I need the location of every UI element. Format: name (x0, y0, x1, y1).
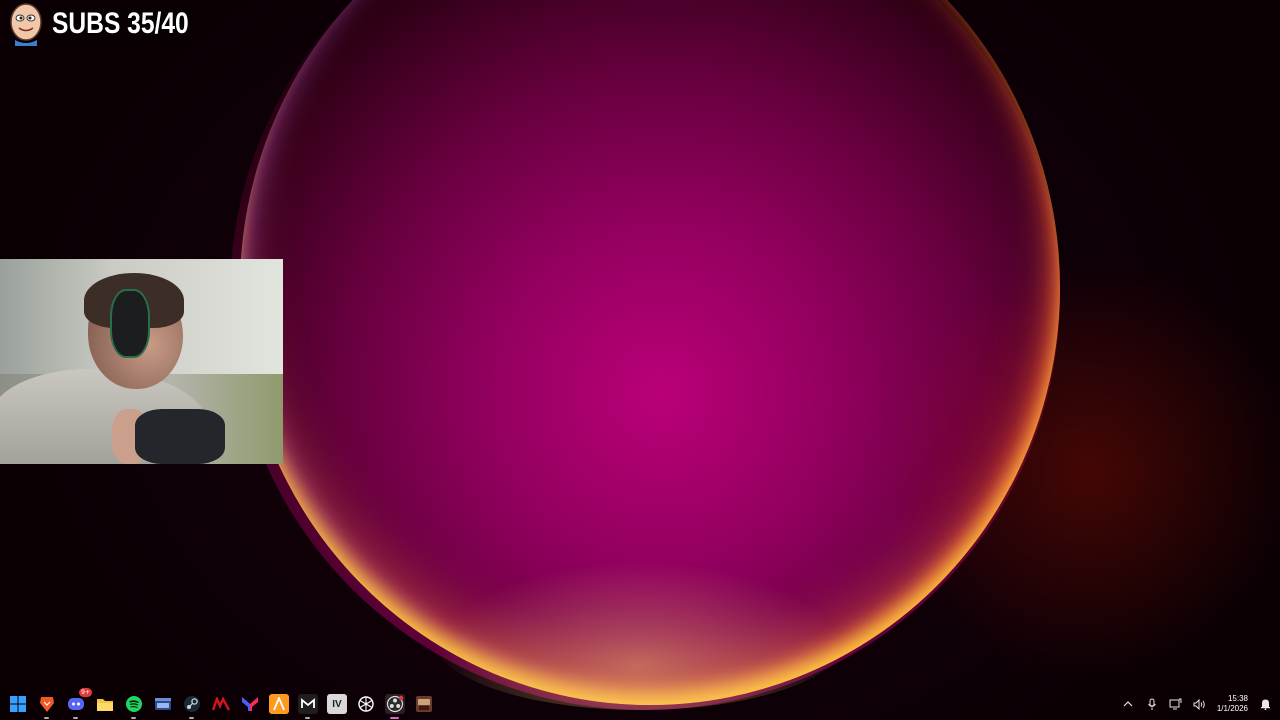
microphone-icon[interactable] (1145, 697, 1159, 711)
clock-time: 15:38 (1227, 694, 1248, 703)
taskbar-msi-afterburner[interactable] (211, 694, 231, 714)
taskbar-steam[interactable] (182, 694, 202, 719)
spotify-icon (126, 696, 142, 712)
clock[interactable]: 15:38 1/1/2026 (1217, 694, 1248, 714)
show-hidden-icons-chevron-icon[interactable] (1121, 697, 1135, 711)
obs-icon (386, 695, 404, 713)
window-icon (155, 698, 171, 710)
taskbar-apps: 9+ IV (8, 688, 434, 720)
notifications-icon[interactable] (1258, 697, 1272, 711)
taskbar-iv-app[interactable]: IV (327, 694, 347, 714)
headset (110, 289, 150, 358)
game-thumbnail-icon (416, 696, 432, 712)
taskbar-discord[interactable]: 9+ (66, 688, 92, 719)
chatgpt-icon (358, 696, 374, 712)
taskbar-brave[interactable] (37, 694, 57, 719)
taskbar-a-app[interactable] (269, 694, 289, 714)
taskbar: 9+ IV 15:38 1/1/2026 (0, 688, 1280, 720)
notification-badge: 9+ (79, 688, 92, 697)
windows-logo-icon (10, 696, 26, 712)
subs-goal-overlay: SUBS 35/40 (4, 0, 219, 48)
network-icon[interactable] (1169, 697, 1183, 711)
start-button[interactable] (8, 694, 28, 714)
taskbar-spotify[interactable] (124, 694, 144, 719)
iv-logo-icon: IV (332, 698, 342, 710)
taskbar-obs-studio[interactable] (385, 694, 405, 719)
taskbar-file-explorer[interactable] (95, 694, 115, 714)
system-tray: 15:38 1/1/2026 (1121, 688, 1272, 720)
cartoon-avatar-icon (4, 2, 48, 46)
taskbar-y-app[interactable] (240, 694, 260, 714)
folder-icon (97, 698, 113, 711)
taskbar-app-window[interactable] (153, 694, 173, 714)
controller (135, 409, 225, 464)
brave-lion-icon (40, 697, 54, 712)
msi-icon (212, 697, 230, 711)
taskbar-game-app[interactable] (414, 694, 434, 714)
a-logo-icon (273, 697, 285, 711)
subs-counter-text: SUBS 35/40 (52, 7, 189, 40)
steam-icon (184, 696, 200, 712)
discord-icon (68, 698, 84, 710)
webcam-overlay (0, 259, 283, 464)
m-logo-icon (301, 698, 315, 708)
volume-icon[interactable] (1193, 697, 1207, 711)
clock-date: 1/1/2026 (1216, 704, 1248, 713)
taskbar-m-app[interactable] (298, 694, 318, 719)
y-logo-icon (242, 697, 258, 711)
taskbar-chatgpt[interactable] (356, 694, 376, 714)
